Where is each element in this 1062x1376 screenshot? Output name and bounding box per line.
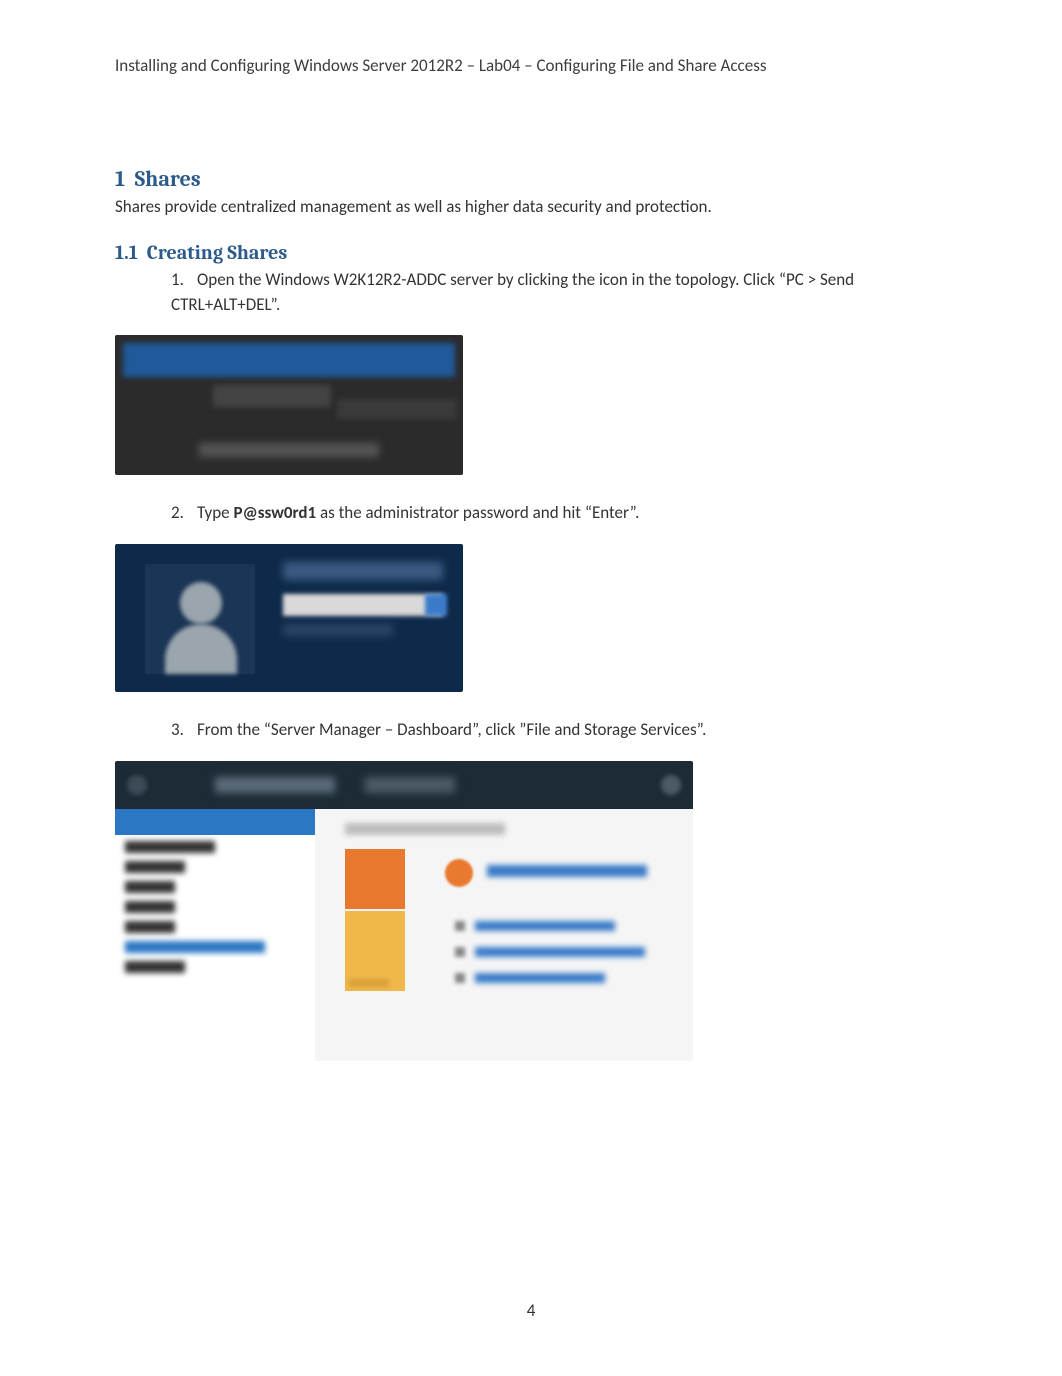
title-text-2 (365, 777, 455, 793)
tile-label (349, 979, 389, 987)
figure-login-screen (115, 544, 463, 692)
step-2-text-after: as the administrator password and hit “E… (316, 502, 639, 523)
step-number-icon (455, 921, 465, 931)
h1-title: Shares (135, 166, 201, 192)
step-2: 2.Type P@ssw0rd1 as the administrator pa… (171, 501, 947, 526)
section1-intro: Shares provide centralized management as… (115, 196, 947, 217)
step-3-number: 3. (171, 718, 197, 743)
submit-arrow-icon[interactable] (425, 594, 447, 616)
avatar-head-icon (180, 582, 222, 624)
sidebar-item-file-storage[interactable] (125, 941, 265, 953)
login-hint (283, 624, 393, 636)
title-text-1 (215, 777, 335, 793)
sidebar-item[interactable] (125, 881, 175, 893)
quickstart-link[interactable] (487, 865, 647, 877)
refresh-icon[interactable] (661, 775, 681, 795)
step-number-icon (455, 947, 465, 957)
avatar (145, 564, 255, 674)
sidebar-item[interactable] (125, 901, 175, 913)
step-2-text-before: Type (197, 502, 233, 523)
avatar-body-icon (165, 624, 237, 674)
h2-title: Creating Shares (147, 241, 288, 264)
sidebar-item-selected[interactable] (115, 809, 315, 835)
login-username-label (283, 562, 443, 580)
step-number-icon (445, 859, 473, 887)
page-number: 4 (0, 1300, 1062, 1321)
sidebar-item[interactable] (125, 961, 185, 973)
sidebar (115, 809, 315, 1061)
lock-chip (213, 385, 331, 407)
step-1-number: 1. (171, 268, 197, 293)
welcome-heading (345, 823, 505, 835)
document-header: Installing and Configuring Windows Serve… (115, 55, 947, 76)
lock-topbar (123, 343, 455, 377)
sidebar-item[interactable] (125, 841, 215, 853)
step-number-icon (455, 973, 465, 983)
step-3: 3.From the “Server Manager – Dashboard”,… (171, 718, 947, 743)
step-1: 1.Open the Windows W2K12R2-ADDC server b… (171, 268, 947, 317)
password-input[interactable] (283, 594, 443, 616)
whatsnew-tile[interactable] (345, 911, 405, 991)
quickstart-link[interactable] (475, 921, 615, 931)
h2-number: 1.1 (115, 241, 138, 264)
back-arrow-icon[interactable] (127, 775, 147, 795)
sidebar-item[interactable] (125, 861, 185, 873)
quickstart-tile[interactable] (345, 849, 405, 909)
step-1-text: Open the Windows W2K12R2-ADDC server by … (171, 269, 854, 315)
heading-2-creating-shares: 1.1 Creating Shares (115, 241, 947, 264)
heading-1-shares: 1 Shares (115, 166, 947, 192)
window-titlebar (115, 761, 693, 809)
step-2-number: 2. (171, 501, 197, 526)
step-2-password: P@ssw0rd1 (233, 502, 316, 523)
figure-lock-screen (115, 335, 463, 475)
sidebar-item[interactable] (125, 921, 175, 933)
h1-number: 1 (115, 166, 125, 192)
step-3-text: From the “Server Manager – Dashboard”, c… (197, 719, 706, 740)
lock-hint-text (199, 443, 379, 457)
quickstart-link[interactable] (475, 947, 645, 957)
lock-chip (337, 399, 457, 419)
figure-server-manager-dashboard (115, 761, 693, 1061)
quickstart-link[interactable] (475, 973, 605, 983)
